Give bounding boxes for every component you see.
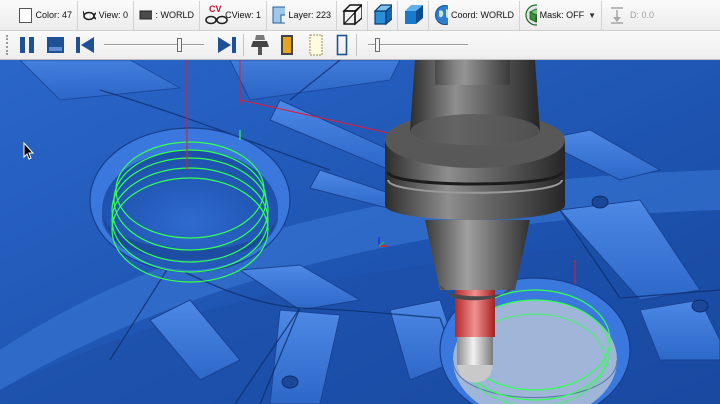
coord-selector[interactable]: Coord: WORLD [429,0,520,30]
square-swatch-icon [19,7,33,23]
cview-selector[interactable]: CV CView: 1 [200,0,267,30]
wireframe-button[interactable] [337,0,368,30]
coord-label: Coord: WORLD [450,10,514,20]
mask-cube-icon [525,4,537,26]
cv-badge: CV [209,4,222,14]
step-slider-thumb[interactable] [375,38,380,52]
machining-scene [0,60,720,404]
speed-slider-track [104,44,204,46]
wireframe-cube-icon [342,4,362,26]
glasses-icon [83,10,96,21]
stop-icon[interactable] [46,36,66,54]
skip-back-icon[interactable] [75,36,95,54]
skip-forward-icon[interactable] [217,36,237,54]
tool-holder-icon[interactable] [250,34,270,56]
shaded-cube-icon [405,5,423,24]
graphics-viewport[interactable] [0,60,720,404]
color-selector[interactable]: Color: 47 [0,0,78,30]
view-selector[interactable]: View: 0 [78,0,134,30]
layer-selector[interactable]: Layer: 223 [267,0,337,30]
speed-slider[interactable] [104,38,204,52]
toolbar-separator [243,34,244,56]
speed-slider-thumb[interactable] [177,38,182,52]
arrow-right-icon [139,10,153,20]
d-label: D: 0.0 [630,10,655,20]
color-label: Color: 47 [35,10,72,20]
layer-icon [272,6,286,24]
view-label: View: 0 [98,10,128,20]
main-toolbar: Color: 47 View: 0 : WORLD CV CView: 1 La… [0,0,720,31]
globe-icon [435,5,448,25]
world-label: : WORLD [155,10,194,20]
pause-icon[interactable] [18,36,36,54]
simulation-toolbar [0,31,720,60]
step-slider-track [368,44,468,46]
shaded-button[interactable] [398,0,429,30]
cv-glasses-icon: CV [205,4,228,26]
mask-label: Mask: OFF [539,10,585,20]
shaded-wire-button[interactable] [368,0,398,30]
d-selector[interactable]: D: 0.0 [602,1,662,30]
world-view-selector[interactable]: : WORLD [134,0,200,30]
toolbar-separator [356,34,357,56]
mask-dropdown-arrow[interactable]: ▼ [588,11,596,20]
holder-icon[interactable] [280,34,294,56]
step-slider[interactable] [368,38,468,52]
layer-label: Layer: 223 [288,10,331,20]
mask-selector[interactable]: Mask: OFF ▼ [520,0,602,30]
frame-icon[interactable] [336,34,348,56]
depth-arrow-icon [611,7,623,24]
stock-icon[interactable] [309,34,323,56]
toolbar-grip[interactable] [6,35,8,55]
cview-label: CView: 1 [225,10,261,20]
shaded-wire-cube-icon [373,4,392,26]
